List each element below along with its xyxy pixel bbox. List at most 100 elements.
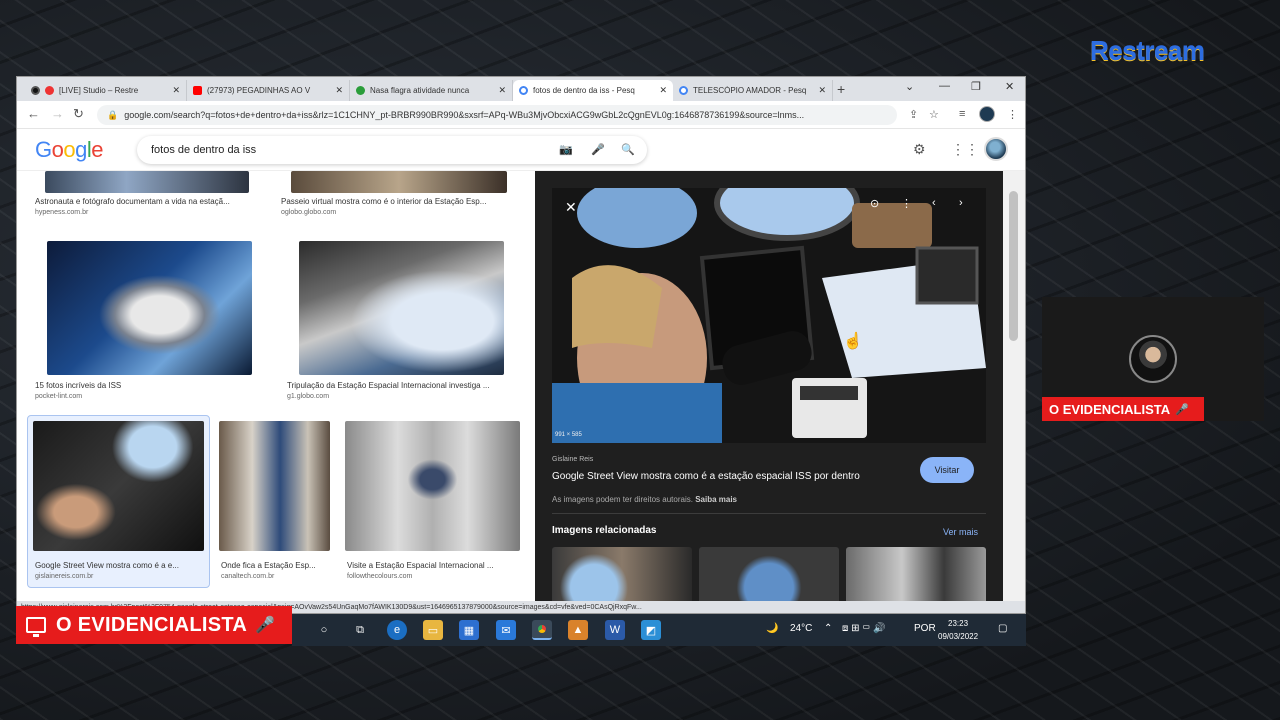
result-caption[interactable]: Astronauta e fotógrafo documentam a vida… <box>35 197 265 206</box>
input-language[interactable]: POR <box>914 623 936 634</box>
next-image-icon[interactable]: › <box>959 197 963 209</box>
image-dimensions: 991 × 585 <box>555 432 582 438</box>
result-caption[interactable]: 15 fotos incríveis da ISS <box>35 381 265 390</box>
close-tab-icon[interactable]: ✕ <box>659 85 667 96</box>
apps-grid-icon[interactable]: ⋮⋮ <box>951 141 979 158</box>
see-more-link[interactable]: Ver mais <box>943 527 978 537</box>
menu-kebab-icon[interactable]: ⋮ <box>1007 108 1018 121</box>
result-image[interactable] <box>47 241 252 375</box>
result-image[interactable] <box>219 421 330 551</box>
new-tab-icon[interactable]: + <box>837 81 845 97</box>
tab-google-telescopio[interactable]: TELESCÓPIO AMADOR - Pesq ✕ <box>673 80 833 101</box>
tab-youtube[interactable]: (27973) PEGADINHAS AO V ✕ <box>187 80 350 101</box>
profile-avatar-icon[interactable] <box>979 106 995 122</box>
result-source: pocket-lint.com <box>35 393 83 400</box>
scrollbar-thumb[interactable] <box>1009 191 1018 341</box>
photos-icon[interactable]: ◩ <box>641 620 661 640</box>
result-image[interactable] <box>291 171 507 193</box>
windows-taskbar: ○ ⧉ e ▭ ▦ ✉ ▲ W ◩ 🌙 24°C ⌃ ⧈ ⊞ ▭ 🔊 POR 2… <box>292 614 1026 646</box>
task-view-icon[interactable]: ⧉ <box>350 620 370 640</box>
image-results-grid: Astronauta e fotógrafo documentam a vida… <box>17 171 535 613</box>
cam-banner-text: O EVIDENCIALISTA <box>1049 401 1171 417</box>
reload-icon[interactable]: ↻ <box>73 106 84 122</box>
weather-temperature[interactable]: 24°C <box>790 623 812 634</box>
close-tab-icon[interactable]: ✕ <box>498 85 506 96</box>
clock-date: 09/03/2022 <box>938 632 979 641</box>
maximize-icon[interactable]: ❐ <box>971 80 981 93</box>
bookmark-star-icon[interactable]: ☆ <box>929 108 939 121</box>
result-source: gislainereis.com.br <box>35 573 94 580</box>
forward-icon[interactable]: → <box>51 106 64 121</box>
reading-list-icon[interactable]: ≡ <box>959 108 965 120</box>
share-icon[interactable]: ⇪ <box>909 108 918 121</box>
tray-icons[interactable]: ⧈ ⊞ ▭ 🔊 <box>842 623 886 634</box>
store-icon[interactable]: ▦ <box>459 620 479 640</box>
close-preview-icon[interactable]: ✕ <box>565 199 577 216</box>
close-window-icon[interactable]: ✕ <box>1005 80 1014 93</box>
tab-search-icon[interactable]: ⌄ <box>905 80 914 93</box>
preview-image[interactable] <box>552 188 986 443</box>
tab-label: (27973) PEGADINHAS AO V <box>207 86 311 95</box>
result-caption[interactable]: Tripulação da Estação Espacial Internaci… <box>287 381 527 390</box>
taskbar-clock[interactable]: 23:23 09/03/2022 <box>938 617 978 643</box>
result-source: followthecolours.com <box>347 573 413 580</box>
tab-studio[interactable]: [LIVE] Studio – Restre ✕ <box>25 80 187 101</box>
vlc-icon[interactable]: ▲ <box>568 620 588 640</box>
word-icon[interactable]: W <box>605 620 625 640</box>
preview-site-name[interactable]: Gislaine Reis <box>552 456 593 463</box>
notifications-icon[interactable]: ▢ <box>998 623 1007 634</box>
visit-button[interactable]: Visitar <box>920 457 974 483</box>
copyright-notice: As imagens podem ter direitos autorais. … <box>552 495 738 504</box>
mouse-cursor-icon: ☝ <box>843 333 863 350</box>
microphone-icon[interactable]: 🎤 <box>591 143 605 156</box>
search-icon[interactable]: 🔍 <box>621 143 635 156</box>
related-images-heading: Imagens relacionadas <box>552 525 657 536</box>
back-icon[interactable]: ← <box>27 106 40 121</box>
channel-banner-text: O EVIDENCIALISTA <box>56 613 248 636</box>
more-options-icon[interactable]: ⋮ <box>901 197 912 210</box>
result-caption[interactable]: Visite a Estação Espacial Internacional … <box>347 561 523 570</box>
settings-gear-icon[interactable]: ⚙ <box>913 141 926 158</box>
preview-image-art <box>552 188 986 443</box>
microphone-icon: 🎤 <box>1175 403 1189 416</box>
search-input[interactable]: fotos de dentro da iss 📷 🎤 🔍 <box>137 136 647 164</box>
cam-name-banner: O EVIDENCIALISTA 🎤 <box>1042 397 1204 421</box>
weather-icon[interactable]: 🌙 <box>766 623 778 634</box>
webcam-overlay: O EVIDENCIALISTA 🎤 <box>1042 297 1264 421</box>
result-caption[interactable]: Google Street View mostra como é a e... <box>35 561 205 570</box>
monitor-icon <box>26 617 46 637</box>
camera-search-icon[interactable]: 📷 <box>559 143 573 156</box>
google-header: Google fotos de dentro da iss 📷 🎤 🔍 ⚙ ⋮⋮ <box>17 129 1025 171</box>
result-caption[interactable]: Passeio virtual mostra como é o interior… <box>281 197 521 206</box>
google-favicon-icon <box>519 86 528 95</box>
chrome-icon[interactable] <box>532 620 552 640</box>
file-explorer-icon[interactable]: ▭ <box>423 620 443 640</box>
address-bar[interactable]: 🔒 google.com/search?q=fotos+de+dentro+da… <box>97 105 897 125</box>
learn-more-link[interactable]: Saiba mais <box>695 495 737 504</box>
tab-nasa[interactable]: Nasa flagra atividade nunca ✕ <box>350 80 513 101</box>
tray-chevron-icon[interactable]: ⌃ <box>824 623 832 634</box>
close-tab-icon[interactable]: ✕ <box>818 85 826 96</box>
preview-title[interactable]: Google Street View mostra como é a estaç… <box>552 471 860 482</box>
close-tab-icon[interactable]: ✕ <box>335 85 343 96</box>
edge-icon[interactable]: e <box>387 620 407 640</box>
search-circle-icon[interactable]: ○ <box>314 620 334 640</box>
divider <box>552 513 986 514</box>
account-avatar[interactable] <box>984 137 1008 161</box>
mail-icon[interactable]: ✉ <box>496 620 516 640</box>
lens-icon[interactable]: ⊙ <box>870 197 879 210</box>
result-image[interactable] <box>345 421 520 551</box>
result-caption[interactable]: Onde fica a Estação Esp... <box>221 561 333 570</box>
browser-window: [LIVE] Studio – Restre ✕ (27973) PEGADIN… <box>16 76 1026 614</box>
google-logo[interactable]: Google <box>35 137 104 163</box>
tab-google-iss[interactable]: fotos de dentro da iss - Pesq ✕ <box>513 80 673 101</box>
tab-bar: [LIVE] Studio – Restre ✕ (27973) PEGADIN… <box>17 77 1025 101</box>
page-scrollbar[interactable] <box>1003 171 1025 613</box>
result-image[interactable] <box>45 171 249 193</box>
previous-image-icon[interactable]: ‹ <box>932 197 936 209</box>
result-image[interactable] <box>33 421 204 551</box>
minimize-icon[interactable]: — <box>939 80 950 92</box>
result-image[interactable] <box>299 241 504 375</box>
close-tab-icon[interactable]: ✕ <box>172 85 180 96</box>
restream-favicon-icon <box>31 86 40 95</box>
